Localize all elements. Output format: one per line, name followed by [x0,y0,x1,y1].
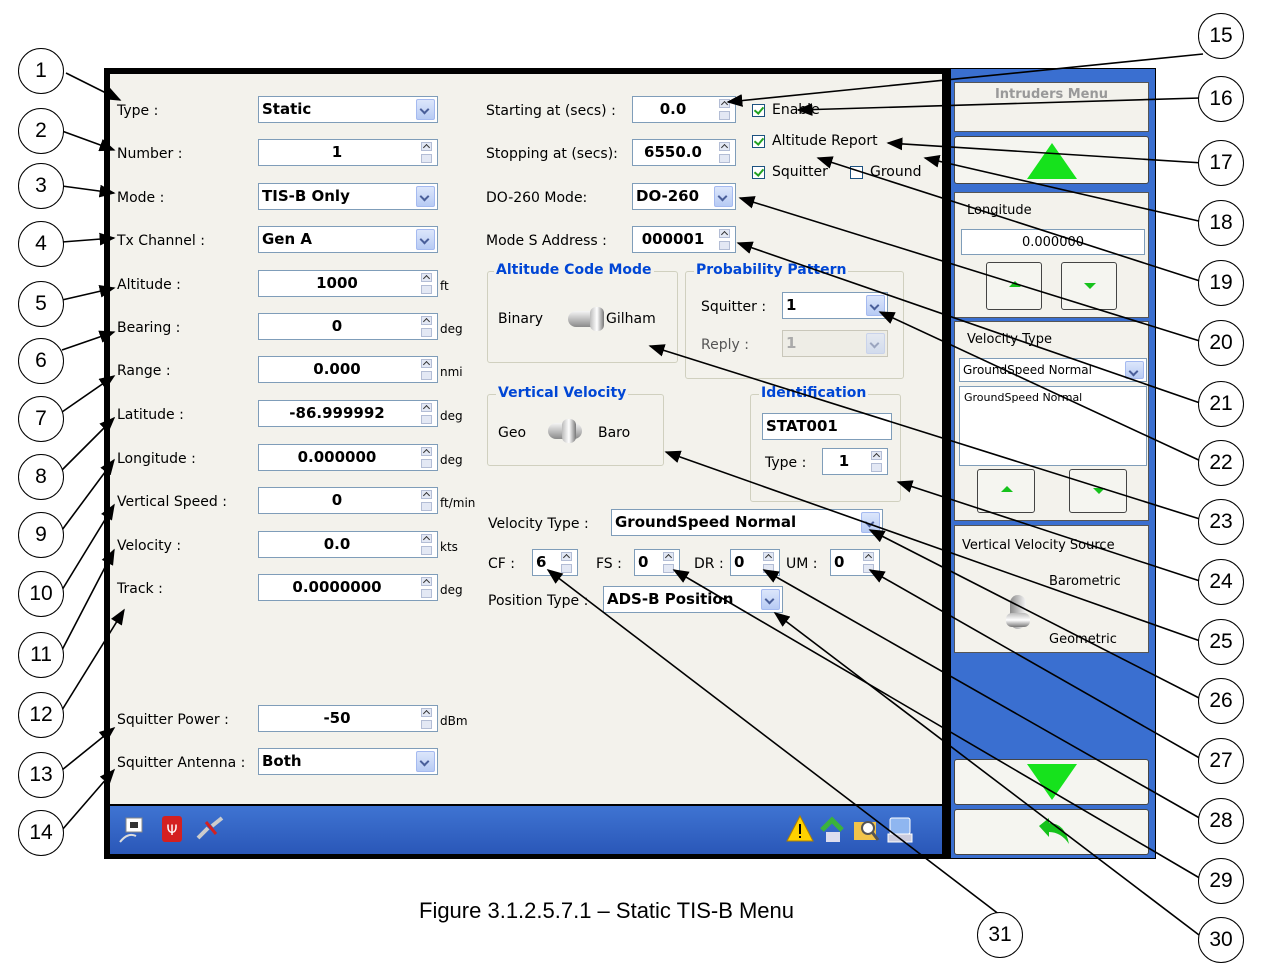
callout-8: 8 [18,454,64,500]
callout-6: 6 [18,338,64,384]
callout-26: 26 [1198,678,1244,724]
callout-24: 24 [1198,559,1244,605]
callout-12: 12 [18,692,64,738]
callout-28: 28 [1198,798,1244,844]
callout-19: 19 [1198,260,1244,306]
callout-20: 20 [1198,320,1244,366]
callout-18: 18 [1198,200,1244,246]
callout-30: 30 [1198,917,1244,963]
callout-2: 2 [18,108,64,154]
callout-21: 21 [1198,381,1244,427]
callout-31: 31 [977,912,1023,958]
annotation-arrows [61,53,1204,939]
callout-17: 17 [1198,140,1244,186]
callout-25: 25 [1198,619,1244,665]
callout-29: 29 [1198,858,1244,904]
callout-3: 3 [18,163,64,209]
callout-4: 4 [18,221,64,267]
callout-5: 5 [18,281,64,327]
figure-caption: Figure 3.1.2.5.7.1 – Static TIS-B Menu [419,898,795,923]
callout-27: 27 [1198,738,1244,784]
callout-11: 11 [18,632,64,678]
callout-9: 9 [18,512,64,558]
callout-7: 7 [18,396,64,442]
callout-14: 14 [18,810,64,856]
callout-16: 16 [1198,76,1244,122]
callout-13: 13 [18,752,64,798]
callout-22: 22 [1198,440,1244,486]
callout-1: 1 [18,48,64,94]
callout-23: 23 [1198,499,1244,545]
callout-10: 10 [18,571,64,617]
callout-15: 15 [1198,13,1244,59]
